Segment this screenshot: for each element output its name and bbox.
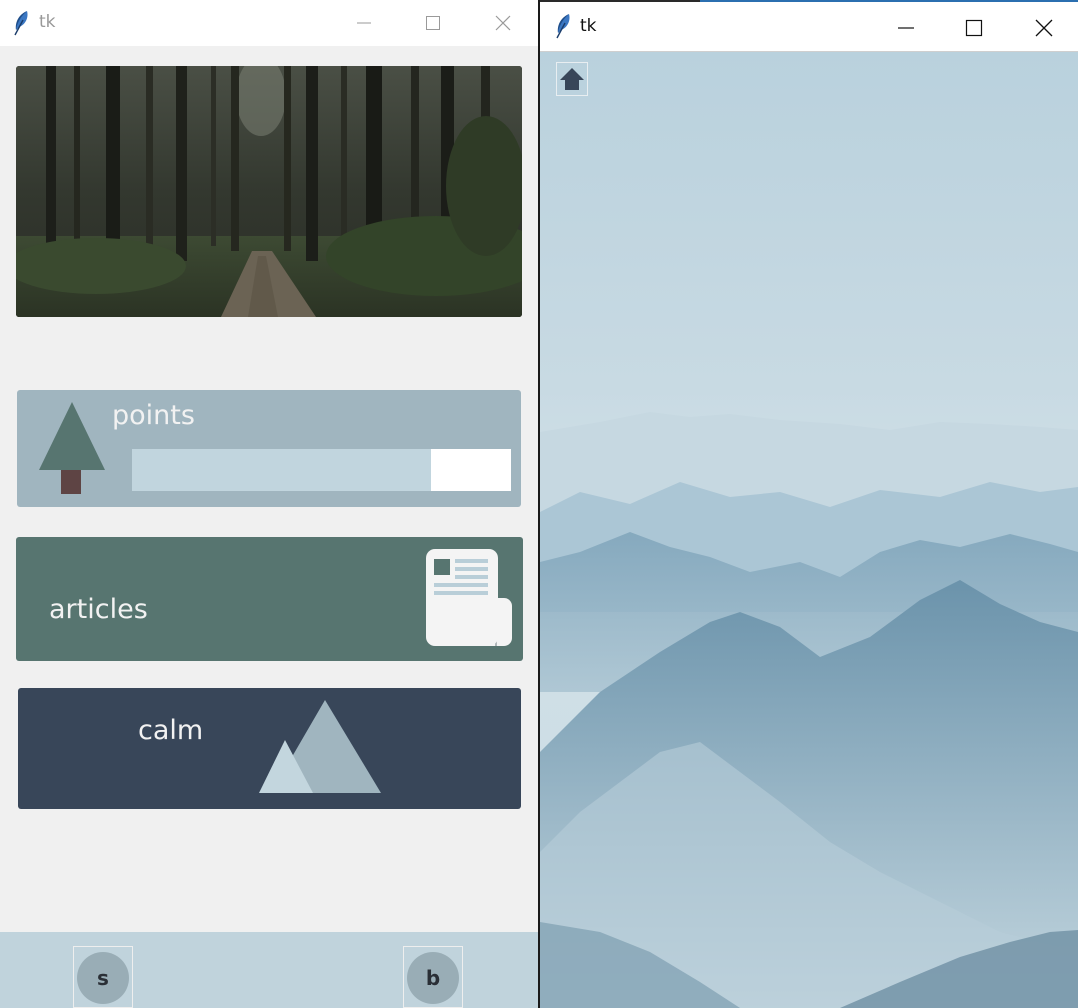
close-icon (1035, 19, 1053, 37)
points-progress-fill (132, 449, 432, 491)
minimize-icon (357, 22, 371, 24)
b-button-label: b (407, 952, 459, 1004)
window-title: tk (39, 12, 56, 32)
bottom-nav-bar: s b (0, 932, 538, 1008)
window-title: tk (580, 16, 597, 36)
right-title-bar[interactable]: tk (540, 2, 1078, 52)
forest-banner-image (16, 66, 522, 317)
articles-card[interactable]: articles (16, 537, 523, 661)
close-button[interactable] (488, 8, 518, 38)
feather-icon (555, 13, 573, 43)
points-progress-bar (132, 449, 511, 491)
mountain-icon (258, 700, 383, 799)
mountains-background-image (540, 52, 1078, 1008)
b-button[interactable]: b (403, 946, 463, 1008)
newspaper-icon (424, 548, 514, 654)
calm-card[interactable]: calm (18, 688, 521, 809)
maximize-button[interactable] (418, 8, 448, 38)
maximize-icon (965, 19, 983, 37)
maximize-icon (426, 16, 440, 30)
tree-icon (37, 402, 107, 500)
home-button[interactable] (556, 62, 588, 96)
minimize-button[interactable] (889, 11, 923, 45)
close-button[interactable] (1027, 11, 1061, 45)
points-label: points (112, 400, 195, 431)
s-button-label: s (77, 952, 129, 1004)
feather-icon (13, 10, 31, 40)
calm-label: calm (138, 715, 204, 746)
left-title-bar[interactable]: tk (0, 0, 538, 46)
articles-label: articles (49, 594, 148, 625)
points-card[interactable]: points (17, 390, 521, 507)
home-icon (560, 68, 584, 90)
left-window: tk points articles calm s b (0, 0, 538, 1008)
minimize-button[interactable] (349, 8, 379, 38)
minimize-icon (898, 27, 914, 29)
maximize-button[interactable] (957, 11, 991, 45)
close-icon (495, 15, 511, 31)
s-button[interactable]: s (73, 946, 133, 1008)
right-window: tk (538, 0, 1078, 1008)
